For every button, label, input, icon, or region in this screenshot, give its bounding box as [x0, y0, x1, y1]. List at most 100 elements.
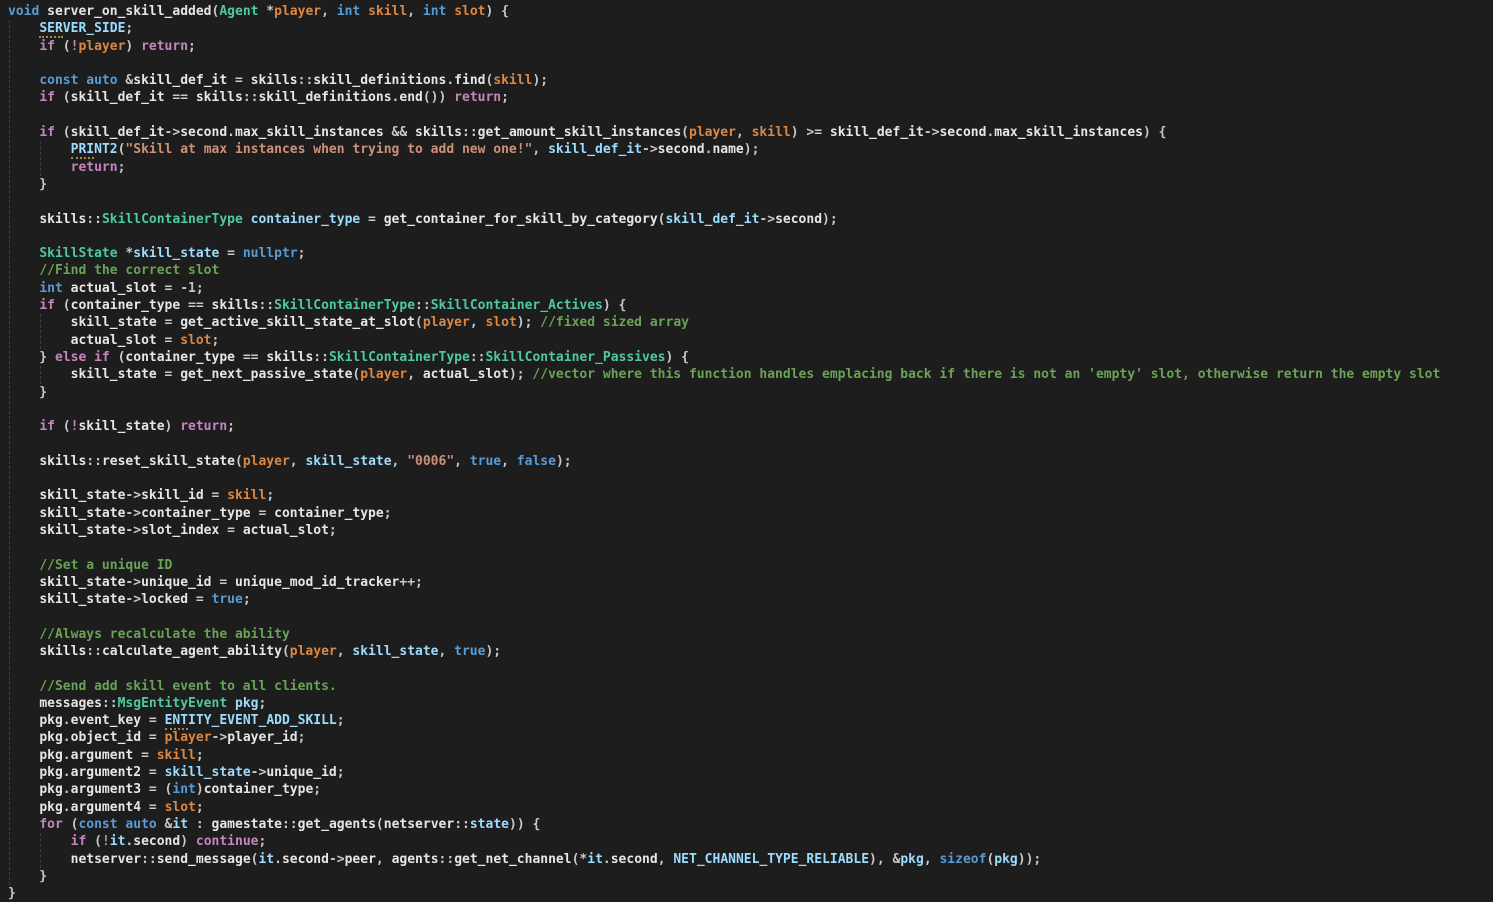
- code-token: ;: [227, 419, 235, 434]
- macro-token-underlined: ENT: [165, 713, 188, 730]
- code-line: skill_state->locked = true;: [8, 591, 1493, 608]
- code-token: ,: [321, 4, 337, 19]
- code-line: void server_on_skill_added(Agent *player…: [8, 3, 1493, 20]
- code-token: player: [689, 125, 736, 140]
- code-token: [8, 212, 39, 227]
- code-token: ==: [235, 350, 266, 365]
- code-token: container_type: [204, 782, 314, 797]
- code-line: [8, 193, 1493, 210]
- code-token: int: [39, 281, 62, 296]
- code-token: =: [204, 488, 227, 503]
- code-token: NET_CHANNEL_TYPE_RELIABLE: [673, 852, 869, 867]
- code-token: !: [102, 834, 110, 849]
- code-token: 1: [188, 281, 196, 296]
- code-token: [8, 644, 39, 659]
- code-line: if (container_type == skills::SkillConta…: [8, 297, 1493, 314]
- code-token: ::: [141, 852, 157, 867]
- code-token: skills: [251, 73, 298, 88]
- code-token: second: [133, 834, 180, 849]
- code-token: slot: [165, 800, 196, 815]
- code-token: =: [157, 367, 180, 382]
- code-token: pkg: [39, 765, 62, 780]
- code-token: SkillState: [39, 246, 117, 261]
- code-line: if (!skill_state) return;: [8, 418, 1493, 435]
- code-editor[interactable]: void server_on_skill_added(Agent *player…: [0, 0, 1493, 900]
- code-token: .: [63, 765, 71, 780]
- code-token: netserver: [384, 817, 454, 832]
- code-token: skill_state: [305, 454, 391, 469]
- code-token: );: [517, 315, 540, 330]
- code-token: name: [712, 142, 743, 157]
- code-token: =: [141, 765, 164, 780]
- code-token: peer: [345, 852, 376, 867]
- code-line: pkg.event_key = ENTITY_EVENT_ADD_SKILL;: [8, 712, 1493, 729]
- code-token: get_next_passive_state: [180, 367, 352, 382]
- code-token: ::: [454, 817, 470, 832]
- code-line: pkg.argument3 = (int)container_type;: [8, 781, 1493, 798]
- code-token: ;: [501, 90, 509, 105]
- code-token: ->: [165, 125, 181, 140]
- code-token: ;: [196, 748, 204, 763]
- code-token: skills: [39, 454, 86, 469]
- code-token: "Skill at max instances when trying to a…: [125, 142, 532, 157]
- code-token: ::: [462, 125, 478, 140]
- code-token: slot: [454, 4, 485, 19]
- code-token: second: [939, 125, 986, 140]
- code-token: skill_state: [133, 246, 219, 261]
- code-token: skills: [415, 125, 462, 140]
- code-token: pkg: [235, 696, 258, 711]
- code-line: [8, 608, 1493, 625]
- code-token: ;: [196, 281, 204, 296]
- macro-token-underlined: SER: [39, 21, 62, 38]
- code-token: skill: [493, 73, 532, 88]
- code-token: skill_state: [71, 367, 157, 382]
- code-token: (: [681, 125, 689, 140]
- code-token: [8, 679, 39, 694]
- code-token: ,: [439, 644, 455, 659]
- code-token: [8, 125, 39, 140]
- code-token: player: [78, 39, 125, 54]
- code-token: slot: [180, 333, 211, 348]
- code-token: actual_slot: [423, 367, 509, 382]
- code-token: [8, 39, 39, 54]
- code-token: it: [258, 852, 274, 867]
- code-token: [8, 333, 71, 348]
- code-token: ) {: [666, 350, 689, 365]
- code-line: pkg.argument2 = skill_state->unique_id;: [8, 764, 1493, 781]
- code-token: SkillContainerType: [102, 212, 243, 227]
- code-token: [8, 73, 39, 88]
- code-token: false: [517, 454, 556, 469]
- code-token: ==: [165, 90, 196, 105]
- code-token: ->: [125, 488, 141, 503]
- code-token: ::: [282, 817, 298, 832]
- code-token: netserver: [71, 852, 141, 867]
- code-token: (: [86, 834, 102, 849]
- code-token: if: [94, 350, 110, 365]
- code-token: skill_definitions: [313, 73, 446, 88]
- code-token: "0006": [407, 454, 454, 469]
- code-token: second: [180, 125, 227, 140]
- code-token: argument4: [71, 800, 141, 815]
- code-token: ->: [924, 125, 940, 140]
- code-token: ;: [125, 21, 133, 36]
- code-area[interactable]: void server_on_skill_added(Agent *player…: [0, 0, 1493, 902]
- code-token: .: [63, 800, 71, 815]
- code-token: ;: [337, 765, 345, 780]
- code-line: skill_state->slot_index = actual_slot;: [8, 522, 1493, 539]
- code-token: it: [172, 817, 188, 832]
- code-token: if: [39, 39, 55, 54]
- code-token: =: [157, 315, 180, 330]
- code-token: skill_state: [39, 575, 125, 590]
- code-token: unique_id: [266, 765, 336, 780]
- code-token: container_type: [141, 506, 251, 521]
- code-token: //fixed sized array: [540, 315, 689, 330]
- code-token: [243, 212, 251, 227]
- code-token: ::: [86, 644, 102, 659]
- code-line: //Set a unique ID: [8, 557, 1493, 574]
- code-line: pkg.argument4 = slot;: [8, 799, 1493, 816]
- code-token: *: [118, 246, 134, 261]
- code-token: ++;: [399, 575, 422, 590]
- code-token: skill_state: [39, 488, 125, 503]
- code-token: [8, 506, 39, 521]
- code-line: //Send add skill event to all clients.: [8, 678, 1493, 695]
